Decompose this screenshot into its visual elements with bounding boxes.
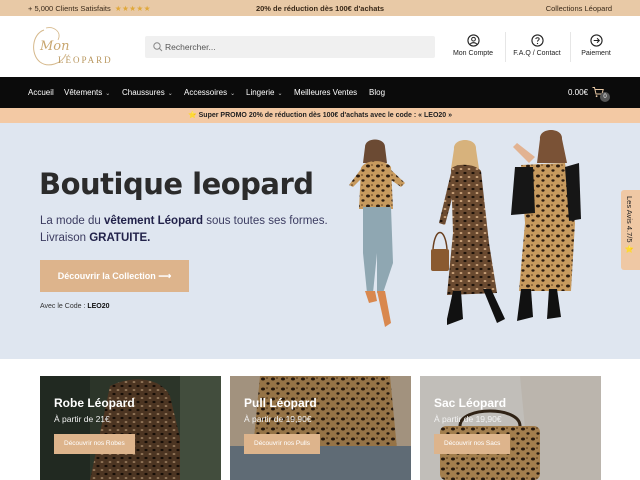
- sac-photo: [420, 376, 601, 480]
- star-icon: ⭐: [187, 112, 197, 119]
- card-price: À partir de 21€: [54, 414, 110, 424]
- main-navigation: Accueil Vêtements ⌄ Chaussures ⌄ Accessoir…: [0, 77, 640, 108]
- search-bar[interactable]: [145, 36, 435, 58]
- arrow-right-icon: ⟶: [158, 271, 172, 281]
- promo-code-note: Avec le Code : LEO20: [40, 303, 110, 310]
- card-price: À partir de 19,90€: [434, 414, 502, 424]
- site-logo[interactable]: Mon LÉOPARD: [28, 24, 128, 70]
- hero-title: Boutique leopard: [39, 167, 314, 201]
- card-title: Sac Léopard: [434, 396, 507, 410]
- chevron-down-icon: ⌄: [167, 91, 173, 97]
- chevron-down-icon: ⌄: [277, 91, 283, 97]
- faq-contact-label: F.A.Q / Contact: [513, 50, 561, 57]
- reviews-side-tab[interactable]: Les Avis 4.7/5 ⭐: [621, 190, 640, 270]
- nav-item-chaussures[interactable]: Chaussures ⌄: [122, 88, 173, 97]
- search-input[interactable]: [165, 38, 425, 56]
- nav-item-accueil[interactable]: Accueil: [28, 88, 54, 97]
- hero-subtitle: La mode du vêtement Léopard sous toutes …: [40, 215, 328, 244]
- pull-photo: [230, 376, 411, 480]
- arrow-circle-icon: [589, 34, 603, 47]
- user-icon: [466, 34, 480, 47]
- nav-item-accessoires[interactable]: Accessoires ⌄: [184, 88, 235, 97]
- discount-announcement: 20% de réduction dès 100€ d'achats: [255, 4, 385, 13]
- payment-label: Paiement: [581, 50, 611, 57]
- category-cards: Robe Léopard À partir de 21€ Découvrir n…: [0, 359, 640, 480]
- faq-contact-link[interactable]: F.A.Q / Contact: [506, 34, 568, 64]
- discover-sacs-button[interactable]: Découvrir nos Sacs: [434, 434, 511, 454]
- discover-collection-button[interactable]: Découvrir la Collection ⟶: [40, 260, 189, 292]
- cart-amount: 0.00€: [568, 88, 589, 97]
- account-label: Mon Compte: [452, 50, 494, 57]
- card-title: Robe Léopard: [54, 396, 135, 410]
- promo-text: Super PROMO 20% de réduction dès 100€ d'…: [198, 112, 453, 119]
- collections-link[interactable]: Collections Léopard: [546, 4, 612, 13]
- robe-photo: [40, 376, 221, 480]
- nav-item-lingerie[interactable]: Lingerie ⌄: [246, 88, 283, 97]
- discover-pulls-button[interactable]: Découvrir nos Pulls: [244, 434, 320, 454]
- payment-link[interactable]: Paiement: [565, 34, 627, 64]
- svg-text:Mon: Mon: [39, 39, 70, 54]
- hero-banner: Boutique leopard La mode du vêtement Léo…: [0, 123, 640, 359]
- account-link[interactable]: Mon Compte: [442, 34, 504, 64]
- logo-mark: Mon LÉOPARD: [33, 27, 113, 66]
- promo-code-bar: ⭐ Super PROMO 20% de réduction dès 100€ …: [0, 108, 640, 123]
- nav-item-blog[interactable]: Blog: [369, 88, 385, 97]
- card-price: À partir de 19,90€: [244, 414, 312, 424]
- cart-button[interactable]: 0.00€ 0: [568, 85, 612, 103]
- top-announcement-bar: + 5,000 Clients Satisfaits ★★★★★ 20% de …: [0, 0, 640, 16]
- chevron-down-icon: ⌄: [230, 91, 236, 97]
- discover-robes-button[interactable]: Découvrir nos Robes: [54, 434, 135, 454]
- svg-text:LÉOPARD: LÉOPARD: [58, 55, 113, 65]
- chevron-down-icon: ⌄: [105, 91, 111, 97]
- category-card-sacs[interactable]: Sac Léopard À partir de 19,90€ Découvrir…: [420, 376, 601, 480]
- search-icon: [153, 42, 163, 52]
- category-card-robes[interactable]: Robe Léopard À partir de 21€ Découvrir n…: [40, 376, 221, 480]
- help-icon: [530, 34, 544, 47]
- cart-count-badge: 0: [600, 92, 610, 102]
- nav-item-meilleures-ventes[interactable]: Meilleures Ventes: [294, 88, 357, 97]
- models-photo: [349, 130, 581, 327]
- category-card-pulls[interactable]: Pull Léopard À partir de 19,90€ Découvri…: [230, 376, 411, 480]
- card-title: Pull Léopard: [244, 396, 317, 410]
- site-header: Mon LÉOPARD Mon Compte F.A.Q / Contact: [0, 16, 640, 77]
- nav-item-vetements[interactable]: Vêtements ⌄: [64, 88, 110, 97]
